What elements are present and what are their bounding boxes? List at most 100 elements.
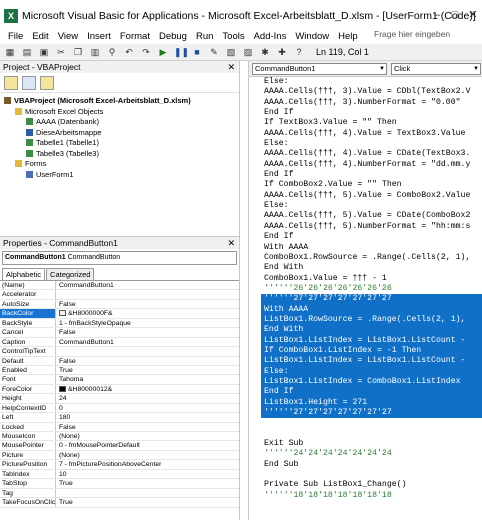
tree-item[interactable]: AAAA (Datenbank) (0, 117, 239, 128)
close-icon[interactable]: ✕ (227, 237, 235, 249)
tree-item[interactable]: UserForm1 (0, 170, 239, 181)
property-value-cell[interactable]: 0 - fmMousePointerDefault (56, 441, 239, 449)
menu-format[interactable]: Format (120, 31, 150, 42)
property-value-cell[interactable]: False (56, 328, 239, 336)
save-icon[interactable]: ▣ (38, 46, 50, 58)
find-icon[interactable]: ⚲ (106, 46, 118, 58)
code-editor[interactable]: Else: AAAA.Cells(†††, 3).Value = CDbl(Tex… (261, 77, 482, 520)
property-row[interactable]: Locked False (0, 422, 239, 432)
property-row[interactable]: Default False (0, 356, 239, 366)
view-object-icon[interactable] (22, 75, 36, 90)
tab-categorized[interactable]: Categorized (46, 268, 95, 280)
property-value-cell[interactable]: 0 (56, 404, 239, 412)
property-value-cell[interactable]: False (56, 357, 239, 365)
close-icon[interactable]: ✕ (227, 61, 235, 73)
reset-icon[interactable]: ■ (191, 46, 203, 58)
object-combo[interactable]: CommandButton1 ▼ (252, 62, 387, 75)
toolbox-icon[interactable]: ✚ (276, 46, 288, 58)
property-row[interactable]: MouseIcon (None) (0, 432, 239, 442)
project-explorer-icon[interactable]: ▧ (225, 46, 237, 58)
property-value-cell[interactable]: (None) (56, 432, 239, 440)
procedure-combo[interactable]: Click ▼ (391, 62, 481, 75)
menu-file[interactable]: File (8, 31, 23, 42)
property-row[interactable]: Font Tahoma (0, 375, 239, 385)
view-code-icon[interactable] (4, 75, 18, 90)
cut-icon[interactable]: ✂ (55, 46, 67, 58)
menu-tools[interactable]: Tools (222, 31, 244, 42)
property-row[interactable]: Caption CommandButton1 (0, 337, 239, 348)
property-value-cell[interactable]: True (56, 366, 239, 374)
property-row[interactable]: HelpContextID 0 (0, 403, 239, 414)
property-value-cell[interactable]: 7 - fmPicturePositionAboveCenter (56, 460, 239, 468)
property-value-cell[interactable]: &H8000000F& (56, 309, 239, 317)
property-row[interactable]: TabIndex 10 (0, 469, 239, 480)
property-row[interactable]: Height 24 (0, 394, 239, 404)
minimize-icon[interactable]: – (430, 8, 444, 22)
property-row[interactable]: Accelerator (0, 290, 239, 300)
property-value-cell[interactable]: True (56, 479, 239, 487)
tab-alphabetic[interactable]: Alphabetic (2, 268, 46, 280)
property-row[interactable]: ControlTipText (0, 347, 239, 357)
properties-window-icon[interactable]: ▨ (242, 46, 254, 58)
menu-window[interactable]: Window (295, 31, 329, 42)
property-value-cell[interactable]: &H80000012& (56, 385, 239, 393)
paste-icon[interactable]: ▥ (89, 46, 101, 58)
tree-item[interactable]: Tabelle1 (Tabelle1) (0, 138, 239, 149)
menu-edit[interactable]: Edit (32, 31, 48, 42)
property-row[interactable]: BackStyle 1 - fmBackStyleOpaque (0, 318, 239, 329)
property-row[interactable]: Tag (0, 488, 239, 499)
tree-item[interactable]: Microsoft Excel Objects (0, 107, 239, 118)
tree-item[interactable]: DieseArbeitsmappe (0, 128, 239, 139)
run-icon[interactable]: ▶ (157, 46, 169, 58)
property-value-cell[interactable] (56, 347, 239, 355)
property-row[interactable]: Enabled True (0, 365, 239, 376)
property-row[interactable]: AutoSize False (0, 299, 239, 310)
menu-addins[interactable]: Add-Ins (254, 31, 287, 42)
design-mode-icon[interactable]: ✎ (208, 46, 220, 58)
tree-item[interactable]: Forms (0, 159, 239, 170)
undo-icon[interactable]: ↶ (123, 46, 135, 58)
object-selector[interactable]: CommandButton1 CommandButton (2, 251, 237, 265)
property-value-cell[interactable]: 180 (56, 413, 239, 421)
property-value-cell[interactable]: 1 - fmBackStyleOpaque (56, 319, 239, 327)
property-row[interactable]: Left 180 (0, 413, 239, 423)
menu-insert[interactable]: Insert (87, 31, 111, 42)
property-row[interactable]: MousePointer 0 - fmMousePointerDefault (0, 441, 239, 451)
redo-icon[interactable]: ↷ (140, 46, 152, 58)
property-row[interactable]: TabStop True (0, 479, 239, 489)
property-row[interactable]: ForeColor &H80000012& (0, 384, 239, 395)
property-value-cell[interactable]: False (56, 423, 239, 431)
property-row[interactable]: TakeFocusOnClick True (0, 498, 239, 508)
property-value-cell[interactable]: CommandButton1 (56, 281, 239, 289)
menu-view[interactable]: View (58, 31, 78, 42)
insert-module-icon[interactable]: ▤ (21, 46, 33, 58)
toggle-folders-icon[interactable] (40, 75, 54, 90)
property-value-cell[interactable]: False (56, 300, 239, 308)
help-icon[interactable]: ? (293, 46, 305, 58)
property-value-cell[interactable]: Tahoma (56, 375, 239, 383)
excel-view-icon[interactable]: ▦ (4, 46, 16, 58)
menu-help[interactable]: Help (338, 31, 358, 42)
property-row[interactable]: BackColor &H8000000F& (0, 309, 239, 319)
property-value-cell[interactable] (56, 290, 239, 298)
property-value-cell[interactable]: 10 (56, 470, 239, 478)
property-row[interactable]: (Name) CommandButton1 (0, 281, 239, 291)
property-value-cell[interactable]: 24 (56, 394, 239, 402)
property-value-cell[interactable]: True (56, 498, 239, 506)
break-icon[interactable]: ❚❚ (174, 46, 189, 58)
tree-item[interactable]: VBAProject (Microsoft Excel-Arbeitsblatt… (0, 96, 239, 107)
property-value-cell[interactable]: (None) (56, 451, 239, 459)
help-search-input[interactable]: Frage hier eingeben (374, 29, 476, 42)
close-icon[interactable]: ✕ (466, 8, 480, 22)
tree-item[interactable]: Tabelle3 (Tabelle3) (0, 149, 239, 160)
property-value-cell[interactable] (56, 489, 239, 497)
property-row[interactable]: Picture (None) (0, 450, 239, 461)
menu-debug[interactable]: Debug (159, 31, 187, 42)
object-browser-icon[interactable]: ✱ (259, 46, 271, 58)
property-row[interactable]: Cancel False (0, 328, 239, 338)
menu-run[interactable]: Run (196, 31, 213, 42)
copy-icon[interactable]: ❐ (72, 46, 84, 58)
property-value-cell[interactable]: CommandButton1 (56, 338, 239, 346)
maximize-icon[interactable]: □ (448, 8, 462, 22)
property-row[interactable]: PicturePosition 7 - fmPicturePositionAbov… (0, 460, 239, 470)
